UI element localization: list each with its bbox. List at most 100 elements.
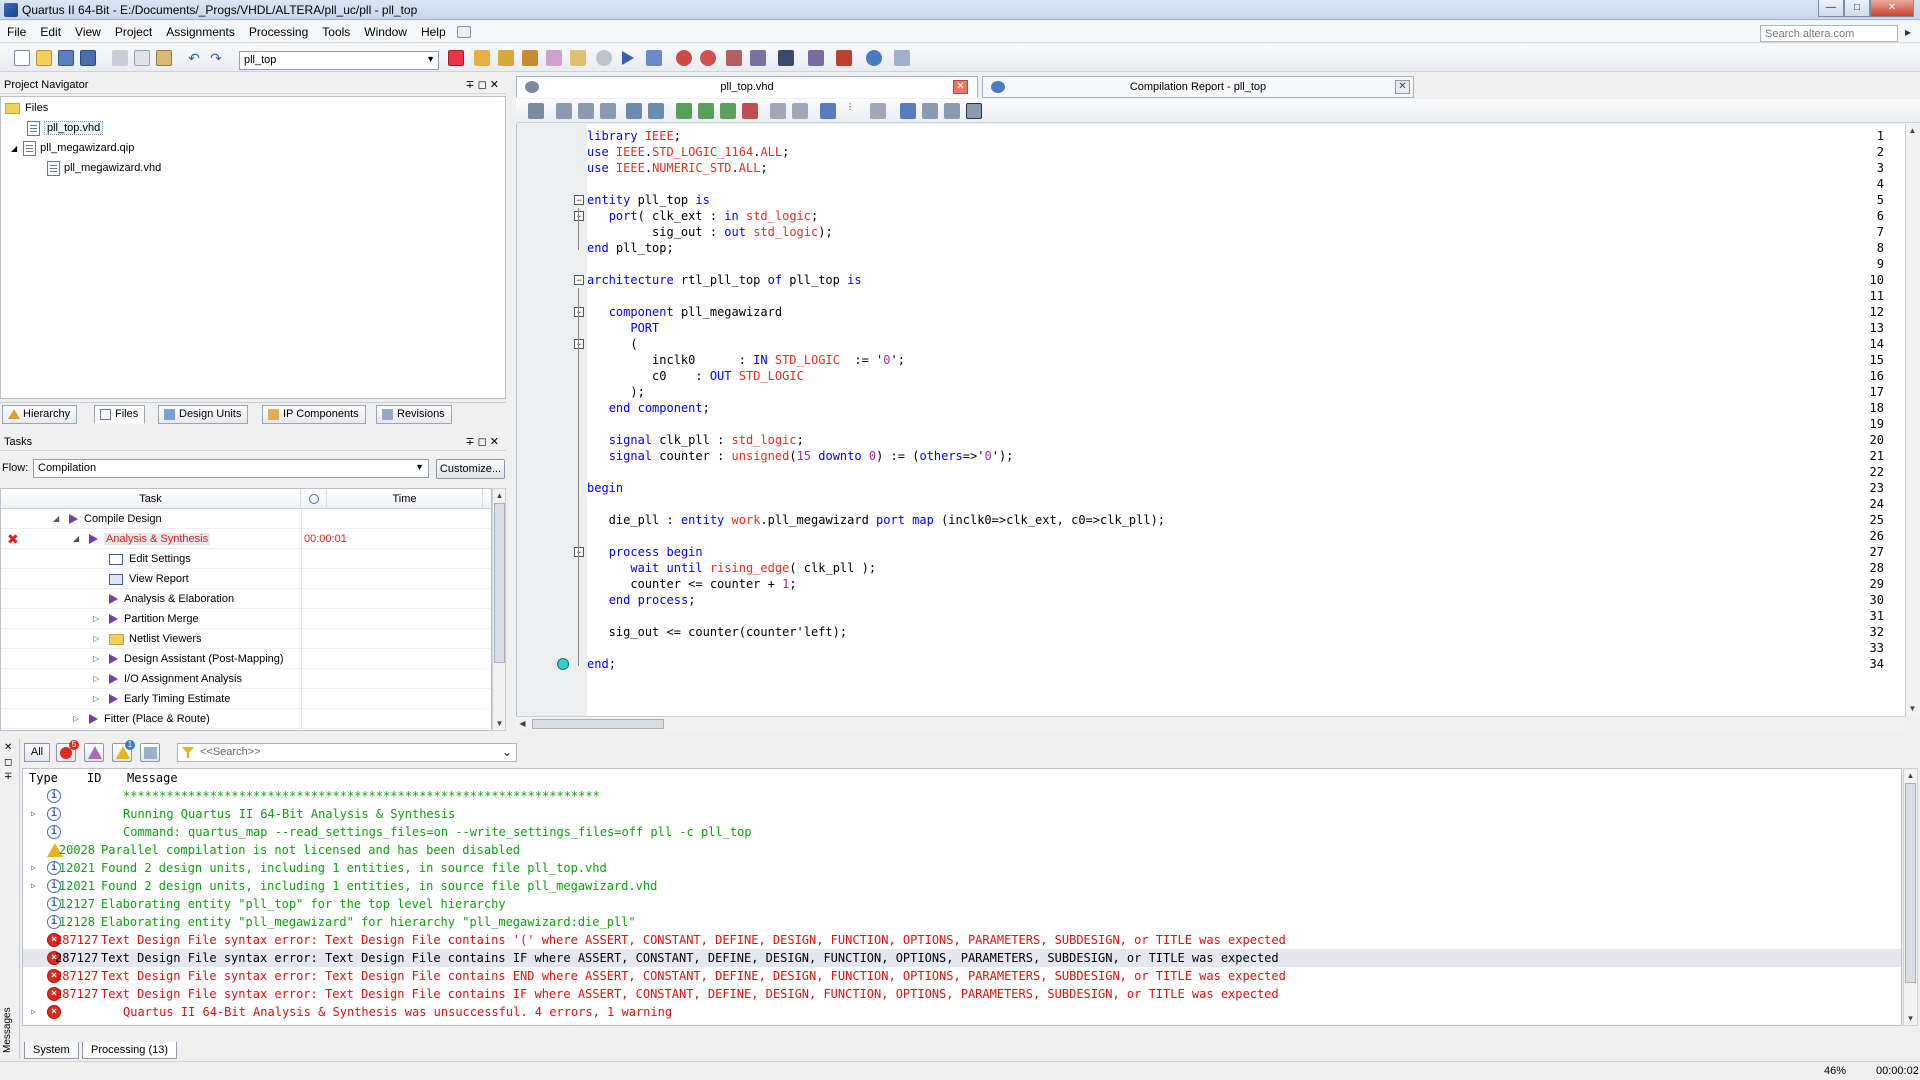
project-navigator-icon[interactable] [448,50,464,66]
message-row[interactable]: i Command: quartus_map --read_settings_fi… [23,823,1901,841]
expand-icon[interactable]: ▷ [93,669,99,689]
tree-item-pll-megawizard-vhd[interactable]: pll_megawizard.vhd [47,159,161,177]
message-row[interactable]: i ***************************************… [23,787,1901,805]
tab-compilation-report[interactable]: Compilation Report - pll_top ✕ [982,76,1414,98]
filter-info-button[interactable] [140,743,160,762]
open-file-icon[interactable] [36,50,52,66]
project-combo[interactable]: pll_top ▼ [239,51,439,70]
rtl-viewer-icon[interactable] [726,50,742,66]
panel-controls[interactable]: ∓◻✕ [465,433,502,451]
find-icon[interactable] [556,103,572,119]
uppercase-icon[interactable] [870,103,886,119]
prev-bookmark-icon[interactable] [720,103,736,119]
expand-icon[interactable]: ◢ [11,144,17,153]
task-row[interactable]: ✖ ◢ Analysis & Synthesis 00:00:01 [1,529,491,549]
code-line[interactable]: end; [587,656,616,672]
task-row[interactable]: Edit Settings [1,549,491,569]
code-line[interactable]: die_pll : entity work.pll_megawizard por… [587,512,1165,528]
whats-this-icon[interactable] [456,25,471,38]
message-row[interactable]: i 12128 Elaborating entity "pll_megawizard… [23,913,1901,931]
fold-toggle-icon[interactable]: − [574,211,584,221]
code-line[interactable]: use IEEE.NUMERIC_STD.ALL; [587,160,768,176]
fold-toggle-icon[interactable]: − [574,195,584,205]
start-compilation-icon[interactable] [622,51,634,65]
paste-icon[interactable] [156,50,172,66]
pin-planner-icon[interactable] [498,50,514,66]
expand-icon[interactable]: ▷ [31,859,36,877]
tab-design-units[interactable]: Design Units [158,405,249,424]
expand-icon[interactable]: ◢ [53,509,59,529]
toggle-comment-icon[interactable] [792,103,808,119]
message-row[interactable]: ▷ i 12021 Found 2 design units, including 1… [23,877,1901,895]
find-replace-icon[interactable] [578,103,594,119]
tree-item-pll-megawizard-qip[interactable]: ◢ pll_megawizard.qip [11,139,134,157]
filter-all-button[interactable]: All [24,743,50,762]
panel-pin-icon[interactable]: ∓ [4,771,12,782]
code-line[interactable]: use IEEE.STD_LOGIC_1164.ALL; [587,144,789,160]
scroll-thumb[interactable] [1905,783,1916,983]
message-row[interactable]: i 12127 Elaborating entity "pll_top" for t… [23,895,1901,913]
message-row[interactable]: × 287127 Text Design File syntax error: Te… [23,967,1901,985]
customize-button[interactable]: Customize... [436,459,505,479]
insert-template-icon[interactable] [528,103,544,119]
tab-processing[interactable]: Processing (13) [82,1042,178,1059]
expand-icon[interactable]: ▷ [73,709,79,729]
chip-icon[interactable] [836,50,852,66]
code-line[interactable]: sig_out <= counter(counter'left); [587,624,847,640]
indent-icon[interactable] [626,103,642,119]
help-icon[interactable] [866,50,882,66]
scroll-thumb[interactable] [494,503,505,663]
message-row[interactable]: × 287127 Text Design File syntax error: Te… [23,949,1901,967]
code-line[interactable]: PORT [587,320,659,336]
fold-toggle-icon[interactable]: − [574,307,584,317]
message-row[interactable]: ▷ × Quartus II 64-Bit Analysis & Synthesis… [23,1003,1901,1021]
expand-icon[interactable]: ▷ [31,877,36,895]
close-tab-icon[interactable]: ✕ [953,80,968,94]
chevron-down-icon[interactable]: ⌄ [502,745,512,759]
scroll-thumb[interactable] [532,719,664,729]
code-line[interactable]: wait until rising_edge( clk_pll ); [587,560,876,576]
menu-view[interactable]: View [68,21,108,43]
task-row[interactable]: View Report [1,569,491,589]
next-bookmark-icon[interactable] [698,103,714,119]
bookmark-icon[interactable] [676,103,692,119]
panel-float-icon[interactable]: ◻ [4,757,12,768]
split-icon[interactable] [922,103,938,119]
tree-item-pll-top[interactable]: pll_top.vhd [27,119,104,137]
chip-planner-icon[interactable] [522,50,538,66]
goto-icon[interactable] [600,103,616,119]
comment-icon[interactable] [820,103,836,119]
code-editor[interactable]: 1 library IEEE; 2 use IEEE.STD_LOGIC_1164.A… [516,124,1905,716]
task-scrollbar[interactable]: ▲ ▼ [492,488,506,731]
attach-icon[interactable] [770,103,786,119]
task-row[interactable]: ◢ Compile Design [1,509,491,529]
cut-icon[interactable] [112,50,128,66]
code-line[interactable]: port( clk_ext : in std_logic; [587,208,819,224]
settings-icon[interactable] [474,50,490,66]
code-line[interactable]: process begin [587,544,703,560]
expand-icon[interactable]: ▷ [93,689,99,709]
editor-horizontal-scrollbar[interactable]: ◀ [516,716,1905,731]
expand-icon[interactable]: ▷ [31,805,36,823]
menu-assignments[interactable]: Assignments [159,21,242,43]
scroll-left-icon[interactable]: ◀ [516,717,529,730]
task-row[interactable]: ▷ Partition Merge [1,609,491,629]
expand-icon[interactable]: ▷ [93,629,99,649]
task-row[interactable]: ▷ Design Assistant (Post-Mapping) [1,649,491,669]
col-status-icon[interactable] [301,489,327,509]
stop-processing-icon[interactable] [596,50,612,66]
menu-window[interactable]: Window [357,21,414,43]
message-scrollbar[interactable]: ▲ ▼ [1903,768,1918,1026]
close-tab-icon[interactable]: ✕ [1395,80,1410,94]
undo-icon[interactable]: ↶ [186,50,202,66]
save-all-icon[interactable] [80,50,96,66]
detach-icon[interactable] [966,103,982,119]
code-line[interactable]: c0 : OUT STD_LOGIC [587,368,804,384]
code-line[interactable]: library IEEE; [587,128,681,144]
expand-icon[interactable]: ▷ [93,649,99,669]
panel-controls[interactable]: ∓◻✕ [465,76,502,94]
code-line[interactable]: sig_out : out std_logic); [587,224,833,240]
tab-system[interactable]: System [24,1042,79,1059]
design-partition-icon[interactable] [546,50,562,66]
fold-toggle-icon[interactable]: − [574,339,584,349]
